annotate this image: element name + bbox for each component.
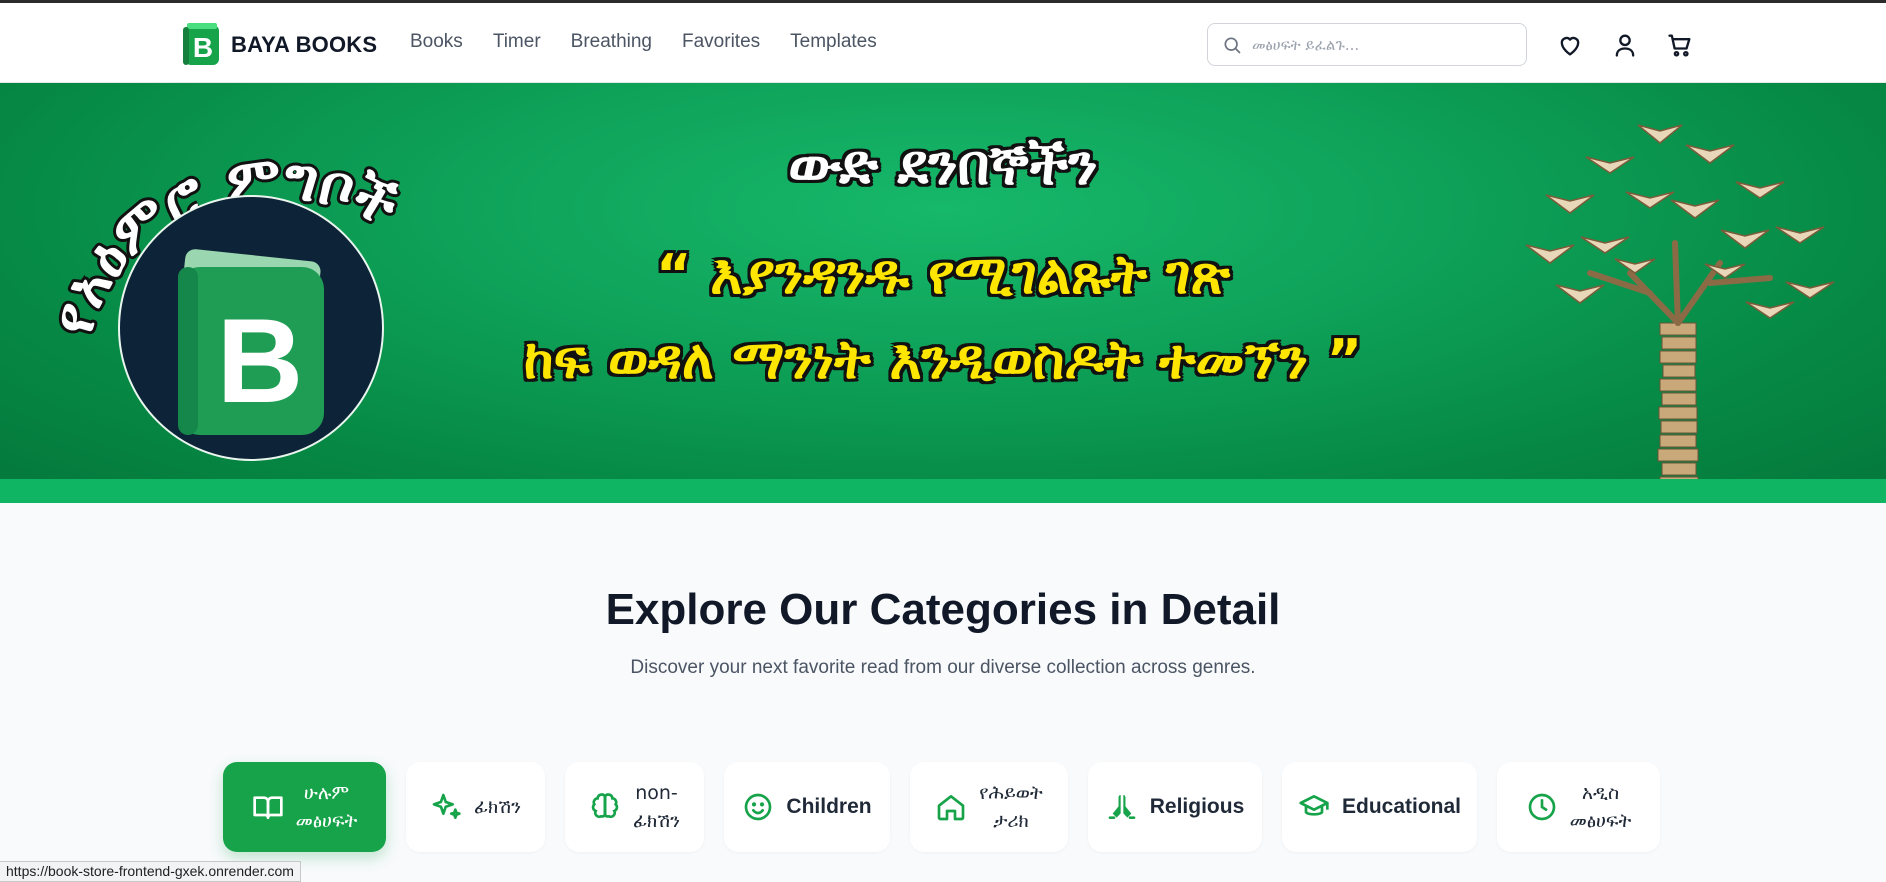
sparkles-icon [432, 793, 461, 819]
search-box [1207, 23, 1527, 66]
category-non-fiction[interactable]: non- ፊክሽን [565, 762, 704, 852]
book-tree-illustration [1525, 124, 1835, 490]
category-fiction[interactable]: ፊክሽን [406, 762, 545, 852]
category-label: ሁሉም መፅሀፍት [295, 782, 358, 832]
praying-hands-icon [1108, 795, 1136, 819]
nav-breathing[interactable]: Breathing [571, 31, 652, 53]
heart-icon[interactable] [1556, 31, 1584, 59]
search-icon [1224, 37, 1241, 53]
category-label: ፊክሽን [473, 796, 522, 818]
status-bar-url: https://book-store-frontend-gxek.onrende… [0, 861, 301, 882]
category-all-books[interactable]: ሁሉም መፅሀፍት [223, 762, 386, 852]
clock-icon [1528, 793, 1556, 821]
main-nav: Books Timer Breathing Favorites Template… [410, 31, 907, 53]
nav-books[interactable]: Books [410, 31, 463, 53]
category-label: Children [786, 795, 872, 818]
book-open-icon [253, 796, 283, 819]
site-header: B BAYA BOOKS Books Timer Breathing Favor… [0, 0, 1886, 83]
search-input[interactable] [1252, 35, 1522, 54]
nav-timer[interactable]: Timer [493, 31, 541, 53]
categories-title: Explore Our Categories in Detail [605, 585, 1281, 634]
hero-bottom-band [0, 479, 1886, 503]
category-biography[interactable]: የሕይወት ታሪክ [910, 762, 1068, 852]
categories-subtitle: Discover your next favorite read from ou… [630, 657, 1256, 678]
brand-name: BAYA BOOKS [231, 32, 378, 57]
user-icon[interactable] [1611, 31, 1639, 59]
graduation-cap-icon [1299, 795, 1329, 816]
brand-logo-icon: B [183, 23, 221, 67]
category-label: Educational [1341, 795, 1462, 818]
nav-templates[interactable]: Templates [790, 31, 877, 53]
brain-icon [591, 793, 619, 819]
category-label: Religious [1149, 795, 1245, 818]
category-children[interactable]: Children [724, 762, 890, 852]
category-label: አዲስ መፅሀፍት [1569, 782, 1632, 832]
svg-text:B: B [193, 32, 213, 63]
home-icon [937, 795, 965, 821]
hero-banner: የአዕምሮ ምግቦች B ውድ ደንበኞችን “ እያንዳንዱ የሚገልጹት ገ… [0, 83, 1886, 503]
cart-icon[interactable] [1666, 31, 1694, 59]
category-label: non- ፊክሽን [632, 782, 681, 832]
category-new-books[interactable]: አዲስ መፅሀፍት [1497, 762, 1660, 852]
brand-logo-link[interactable]: B BAYA BOOKS [183, 23, 377, 67]
category-label: የሕይወት ታሪክ [979, 782, 1043, 832]
smile-icon [745, 793, 772, 821]
category-educational[interactable]: Educational [1282, 762, 1477, 852]
nav-favorites[interactable]: Favorites [682, 31, 760, 53]
category-religious[interactable]: Religious [1088, 762, 1262, 852]
